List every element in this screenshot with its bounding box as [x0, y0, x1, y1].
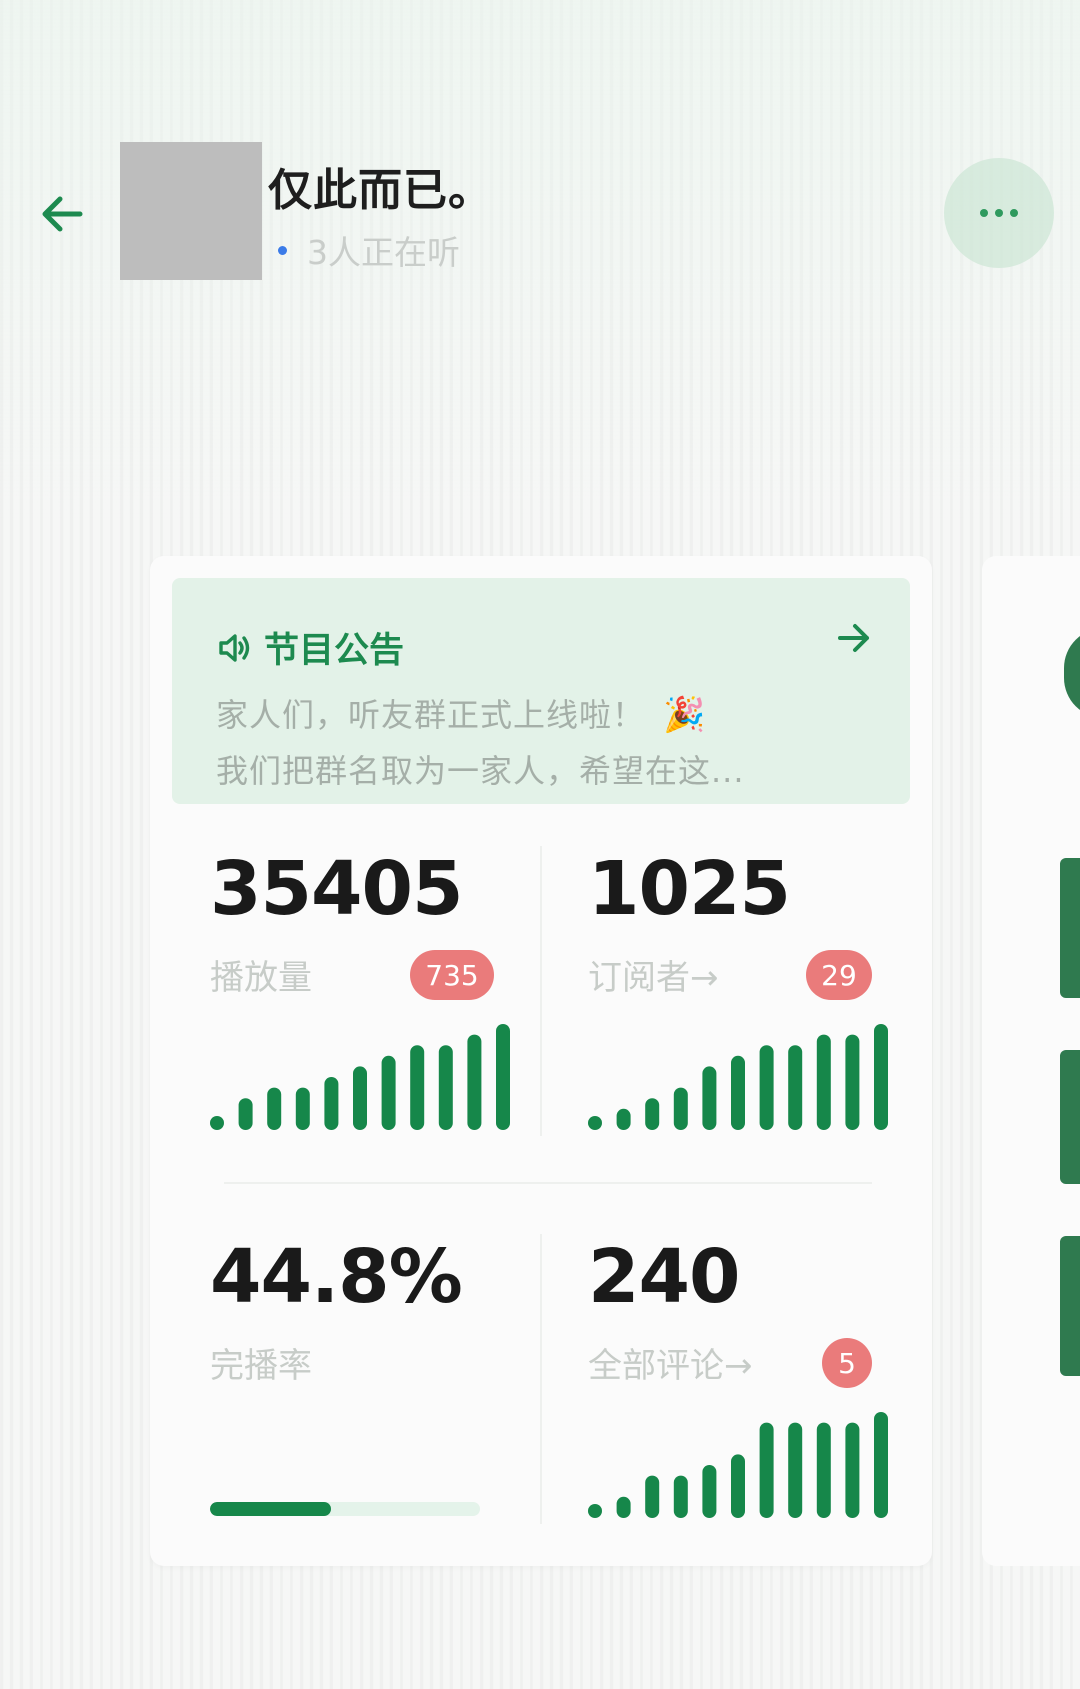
bar — [616, 1108, 631, 1130]
bar — [496, 1024, 510, 1130]
bar — [410, 1045, 425, 1130]
speaker-icon — [219, 633, 250, 662]
bar — [381, 1055, 396, 1130]
next-card-peek[interactable] — [982, 556, 1080, 1566]
comments-badge: 5 — [822, 1338, 872, 1388]
subscribers-link[interactable]: 订阅者→ — [588, 950, 719, 999]
arrow-left-icon — [42, 196, 83, 232]
subscribers-badge: 29 — [806, 950, 872, 1000]
decorative-shape — [1060, 1050, 1080, 1184]
bar — [353, 1066, 367, 1130]
avatar[interactable] — [120, 142, 262, 280]
decorative-shape — [1060, 1236, 1080, 1376]
notice-title: 节目公告 — [216, 622, 404, 673]
notice-line-1-text: 家人们，听友群正式上线啦！ — [216, 696, 646, 734]
divider — [540, 1234, 542, 1524]
all-comments-link[interactable]: 全部评论→ — [588, 1338, 753, 1387]
bar — [267, 1087, 282, 1130]
bar — [759, 1422, 774, 1518]
live-dot-icon — [278, 245, 287, 255]
bar — [588, 1116, 602, 1130]
bar — [238, 1098, 253, 1130]
bar — [874, 1412, 888, 1518]
notice-title-text: 节目公告 — [264, 631, 405, 671]
subscribers-bar-chart — [588, 1024, 888, 1130]
bar — [702, 1066, 717, 1130]
bar — [702, 1465, 717, 1518]
notice-line-1: 家人们，听友群正式上线啦！ 🎉 — [216, 690, 706, 736]
more-dots-icon — [1010, 209, 1018, 217]
bar — [731, 1055, 745, 1130]
plays-badge: 735 — [410, 950, 494, 1000]
bar — [788, 1422, 803, 1518]
completion-label: 完播率 — [210, 1346, 312, 1386]
bar — [816, 1034, 831, 1130]
subscribers-value: 1025 — [588, 846, 791, 932]
bar — [438, 1045, 453, 1130]
bar — [673, 1087, 688, 1130]
completion-progress-bar — [210, 1502, 480, 1516]
program-notice[interactable]: 节目公告 家人们，听友群正式上线啦！ 🎉 我们把群名取为一家人，希望在这... — [172, 578, 910, 804]
more-button[interactable] — [944, 158, 1054, 268]
completion-value: 44.8% — [210, 1234, 463, 1320]
plays-label: 播放量 — [210, 958, 312, 998]
listening-status: 3人正在听 — [278, 226, 460, 274]
stats-card: 节目公告 家人们，听友群正式上线啦！ 🎉 我们把群名取为一家人，希望在这... 3… — [150, 556, 932, 1566]
bar — [645, 1098, 660, 1130]
completion-stat: 44.8% 完播率 — [210, 1234, 510, 1534]
bar — [788, 1045, 803, 1130]
comments-bar-chart — [588, 1412, 888, 1518]
bar — [845, 1422, 860, 1518]
page-title: 仅此而已。 — [268, 165, 493, 216]
bar — [673, 1475, 688, 1518]
listening-count: 3人正在听 — [307, 233, 460, 272]
bar — [467, 1034, 482, 1130]
completion-progress-fill — [210, 1502, 331, 1516]
divider — [540, 846, 542, 1136]
more-dots-icon — [980, 209, 988, 217]
plays-value: 35405 — [210, 846, 463, 932]
bar — [324, 1077, 339, 1130]
comments-value: 240 — [588, 1234, 740, 1320]
bar — [295, 1087, 310, 1130]
divider — [224, 1182, 872, 1184]
plays-bar-chart — [210, 1024, 510, 1130]
back-button[interactable] — [36, 188, 96, 240]
bar — [845, 1034, 860, 1130]
party-popper-icon: 🎉 — [663, 695, 707, 735]
decorative-shape — [1064, 628, 1080, 718]
more-dots-icon — [995, 209, 1003, 217]
arrow-right-icon[interactable] — [834, 618, 874, 658]
bar — [874, 1024, 888, 1130]
bar — [759, 1045, 774, 1130]
bar — [210, 1116, 224, 1130]
bar — [816, 1422, 831, 1518]
notice-line-2: 我们把群名取为一家人，希望在这... — [216, 752, 745, 790]
bar — [645, 1475, 660, 1518]
bar — [616, 1496, 631, 1518]
decorative-shape — [1060, 858, 1080, 998]
bar — [588, 1504, 602, 1518]
bar — [731, 1454, 745, 1518]
